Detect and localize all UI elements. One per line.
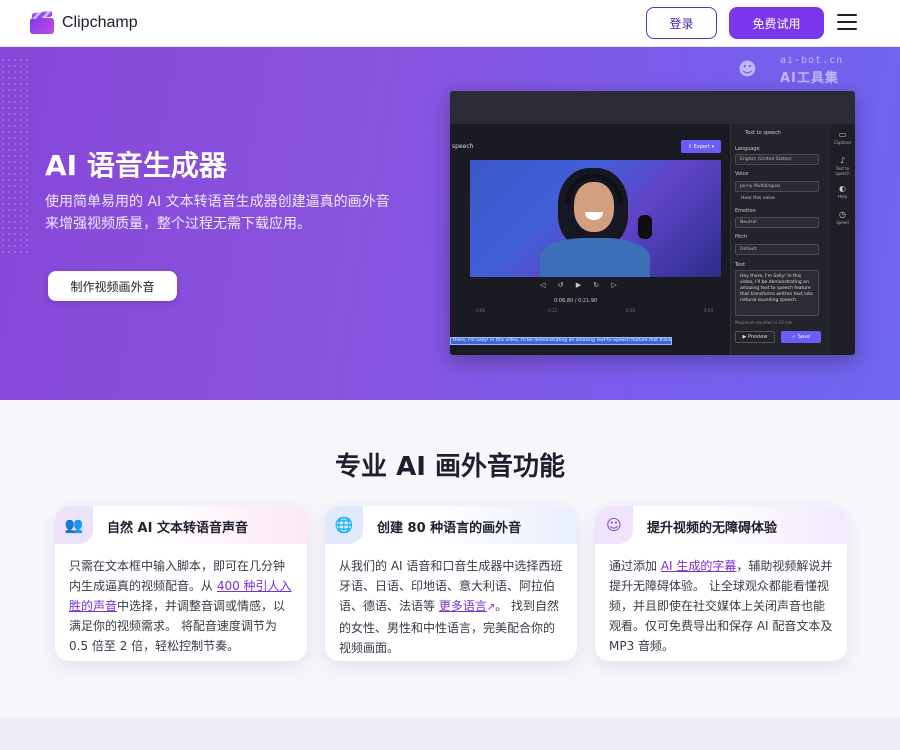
language-select: English (United States) xyxy=(735,154,819,165)
free-trial-button[interactable]: 免费试用 xyxy=(729,7,824,39)
max-duration-note: Maximum duration is 10 min xyxy=(735,320,793,325)
hear-voice-link: Hear this voice xyxy=(741,196,775,201)
create-voiceover-button[interactable]: 制作视频画外音 xyxy=(48,271,177,301)
features-title: 专业 AI 画外音功能 xyxy=(335,452,565,482)
help-label: Help xyxy=(837,194,848,199)
save-label: Save xyxy=(797,334,811,340)
hero-subtitle: 使用简单易用的 AI 文本转语音生成器创建逼真的画外音 来增强视频质量，整个过程… xyxy=(45,191,425,235)
pitch-select: Default xyxy=(735,244,819,255)
export-label: Export xyxy=(693,143,711,150)
speed-tool: ◷ Speed xyxy=(830,210,855,225)
people-icon: 👥 xyxy=(55,506,93,544)
logo-text: Clipchamp xyxy=(62,14,138,31)
card-text: ，辅助视频解说并提升无障碍体验。 让全球观众都能看懂视频，并且即使在社交媒体上关… xyxy=(609,559,833,653)
ruler-tick: 0:12 xyxy=(548,308,557,313)
watermark: ☻ ai-bot.cn AI工具集 xyxy=(738,55,848,86)
card-title: 自然 AI 文本转语音声音 xyxy=(107,521,248,536)
card-title: 提升视频的无障碍体验 xyxy=(647,521,778,536)
card-body: 通过添加 AI 生成的字幕，辅助视频解说并提升无障碍体验。 让全球观众都能看懂视… xyxy=(609,556,835,656)
feature-card: 👥 自然 AI 文本转语音声音 只需在文本框中输入脚本，即可在几分钟内生成逼真的… xyxy=(55,506,307,661)
ruler-tick: 0:24 xyxy=(704,308,713,313)
captions-tool: ▭ Captions xyxy=(830,130,855,145)
watermark-domain: ai-bot.cn xyxy=(780,55,844,66)
more-languages-link[interactable]: 更多语言 xyxy=(439,599,487,613)
preview-label: Preview xyxy=(747,334,768,340)
globe-icon: 🌐 xyxy=(325,506,363,544)
text-to-speech-panel: Text to speech Language English (United … xyxy=(730,124,830,355)
language-label: Language xyxy=(735,146,760,152)
editor-screenshot: speech ⇪ Export ▾ ◁ ↺ ▶ ↻ ▷ 0:06.80 / 0:… xyxy=(450,91,855,355)
panel-title: Text to speech xyxy=(745,130,782,136)
preview-button: ▶ Preview xyxy=(735,331,775,343)
bottom-band xyxy=(0,717,900,750)
features-section: 专业 AI 画外音功能 👥 自然 AI 文本转语音声音 只需在文本框中输入脚本，… xyxy=(0,400,900,717)
hero-subtitle-line: 来增强视频质量，整个过程无需下载应用。 xyxy=(45,216,311,232)
watermark-name: AI工具集 xyxy=(780,71,839,86)
timeline-ruler: 0:06 0:12 0:16 0:24 xyxy=(450,308,725,314)
ruler-tick: 0:16 xyxy=(626,308,635,313)
person-body xyxy=(540,238,650,277)
external-link-icon: ↗ xyxy=(486,602,496,613)
card-body: 从我们的 AI 语音和口音生成器中选择西班牙语、日语、印地语、意大利语、阿拉伯语… xyxy=(339,556,565,658)
feature-card: 🌐 创建 80 种语言的画外音 从我们的 AI 语音和口音生成器中选择西班牙语、… xyxy=(325,506,577,661)
clapperboard-icon xyxy=(30,10,54,34)
playback-controls: ◁ ↺ ▶ ↻ ▷ xyxy=(540,281,622,289)
mic-icon: ♪ xyxy=(839,156,846,165)
card-body: 只需在文本框中输入脚本，即可在几分钟内生成逼真的视频配音。从 400 种引人入胜… xyxy=(69,556,295,656)
card-text: 通过添加 xyxy=(609,559,661,573)
tts-tool: ♪ Text to speech xyxy=(830,156,855,176)
text-label: Text xyxy=(735,262,746,268)
save-button: ✓ Save xyxy=(781,331,821,343)
editor-right-rail: ▭ Captions ♪ Text to speech ◐ Help ◷ Speed xyxy=(830,124,855,355)
timecode: 0:06.80 / 0:21.90 xyxy=(554,298,598,304)
login-button[interactable]: 登录 xyxy=(646,7,717,39)
caption-track: there, I'm Sally! In this video, I'll be… xyxy=(450,337,672,345)
smile-icon: ☺ xyxy=(595,506,633,544)
voice-select: Jenny Multilingual xyxy=(735,181,819,192)
hero-title: AI 语音生成器 xyxy=(45,149,227,182)
export-button: ⇪ Export ▾ xyxy=(681,140,721,153)
hero-section: ☻ ai-bot.cn AI工具集 AI 语音生成器 使用简单易用的 AI 文本… xyxy=(0,47,900,400)
speed-icon: ◷ xyxy=(839,210,846,219)
tts-label: Text to speech xyxy=(835,166,850,176)
card-title: 创建 80 种语言的画外音 xyxy=(377,521,522,536)
clipchamp-logo[interactable]: Clipchamp xyxy=(30,10,138,34)
ai-captions-link[interactable]: AI 生成的字幕 xyxy=(661,559,737,573)
emotion-label: Emotion xyxy=(735,208,756,214)
hamburger-menu-icon[interactable] xyxy=(837,14,857,32)
captions-icon: ▭ xyxy=(838,130,847,139)
feature-card: ☺ 提升视频的无障碍体验 通过添加 AI 生成的字幕，辅助视频解说并提升无障碍体… xyxy=(595,506,847,661)
editor-topbar xyxy=(450,91,855,124)
robot-icon: ☻ xyxy=(738,59,757,80)
video-preview xyxy=(470,160,721,277)
help-icon: ◐ xyxy=(839,184,846,193)
pitch-label: Pitch xyxy=(735,234,748,240)
editor-tab-label: speech xyxy=(452,143,474,150)
speed-label: Speed xyxy=(836,220,849,225)
emotion-select: Neutral xyxy=(735,217,819,228)
top-header: Clipchamp 登录 免费试用 xyxy=(0,0,900,47)
help-tool: ◐ Help xyxy=(830,184,855,199)
captions-label: Captions xyxy=(833,140,852,145)
speech-text-area: Hey there, I'm Sally! In this video, I'l… xyxy=(735,270,819,316)
ruler-tick: 0:06 xyxy=(476,308,485,313)
hero-subtitle-line: 使用简单易用的 AI 文本转语音生成器创建逼真的画外音 xyxy=(45,194,390,210)
dot-pattern xyxy=(0,57,30,257)
microphone-icon xyxy=(638,215,652,239)
voice-label: Voice xyxy=(735,171,749,177)
